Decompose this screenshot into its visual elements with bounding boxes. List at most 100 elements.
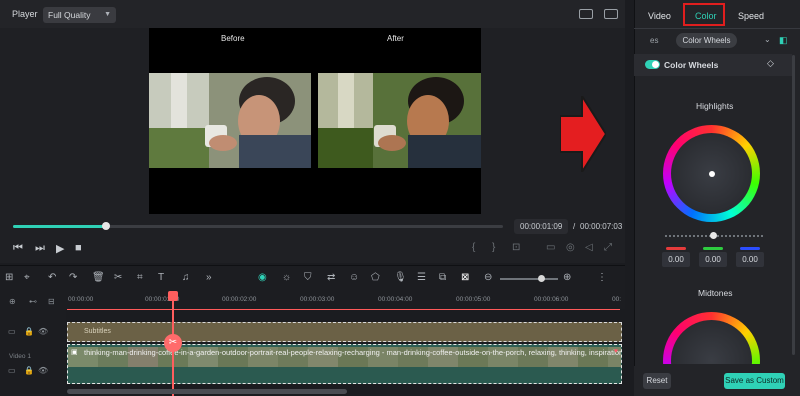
red-channel-bar (666, 247, 686, 250)
clip-audio-waveform (68, 367, 621, 383)
undo-icon[interactable]: ↶ (48, 272, 56, 283)
ruler-tick: 00:00:06:00 (534, 296, 569, 303)
before-frame (149, 73, 311, 168)
midtones-color-wheel[interactable] (663, 312, 760, 364)
reset-button[interactable]: Reset (643, 373, 671, 389)
green-channel-bar (703, 247, 723, 250)
sun-effect-icon[interactable]: ☼ (282, 272, 291, 283)
tab-divider (634, 28, 800, 29)
effect-badge-icon: ♥ (613, 348, 618, 355)
clip-link-icon[interactable]: ⧉ (439, 272, 446, 283)
blue-channel-bar (740, 247, 760, 250)
compare-icon[interactable]: ◧ (779, 35, 788, 46)
audio-edit-icon[interactable]: ♫ (182, 272, 190, 283)
highlights-wheel-handle[interactable] (708, 170, 715, 177)
select-tool-icon[interactable]: ⌖ (24, 272, 30, 283)
subtitles-clip[interactable]: Subtitles (67, 322, 622, 342)
crop-icon[interactable]: ⌗ (137, 272, 143, 283)
voiceover-list-icon[interactable]: ☰ (417, 272, 426, 283)
tab-speed[interactable]: Speed (738, 11, 764, 21)
color-wheels-title: Color Wheels (664, 60, 719, 70)
track-manager-icon[interactable]: ⊟ (48, 297, 55, 306)
render-icon[interactable]: ⊡ (512, 242, 520, 253)
keyframe-diamond-icon[interactable]: ◇ (767, 58, 774, 69)
panel-scrollbar[interactable] (792, 55, 795, 355)
highlights-color-wheel[interactable] (663, 125, 760, 222)
more-tools-icon[interactable]: » (206, 272, 212, 283)
fullscreen-icon[interactable]: ⤢ (604, 242, 612, 253)
highlights-label: Highlights (696, 101, 734, 111)
track-headers (0, 291, 66, 396)
blue-value-field[interactable]: 0.00 (736, 252, 764, 267)
color-wheels-toggle[interactable] (645, 60, 660, 69)
cut-icon[interactable]: ✂ (114, 272, 122, 283)
lock-icon[interactable]: 🔒 (24, 366, 34, 375)
add-track-icon[interactable]: ⊕ (9, 297, 16, 306)
redo-icon[interactable]: ↷ (69, 272, 77, 283)
more-options-icon[interactable]: ⋮ (597, 272, 607, 283)
next-frame-icon[interactable]: ⏭ (35, 242, 45, 255)
quality-value: Full Quality (48, 10, 91, 20)
eye-icon[interactable]: 👁 (38, 327, 48, 336)
lock-icon[interactable]: 🔒 (24, 327, 34, 336)
stop-icon[interactable]: ■ (75, 242, 82, 254)
ruler-tick: 00:00:00 (68, 296, 94, 303)
video-track-icon: ▭ (8, 366, 16, 375)
subtitle-track-icon: ▭ (8, 327, 16, 336)
prev-frame-icon[interactable]: ⏮ (13, 242, 23, 255)
green-value-field[interactable]: 0.00 (699, 252, 727, 267)
shield-icon[interactable]: ⛉ (304, 272, 312, 283)
eye-icon[interactable]: 👁 (38, 366, 48, 375)
video-track-label: Video 1 (9, 353, 31, 360)
before-label: Before (221, 34, 245, 43)
zoom-out-icon[interactable]: ⊖ (484, 272, 492, 283)
snap-icon[interactable]: ⊠ (461, 272, 469, 283)
tab-video[interactable]: Video (648, 11, 671, 21)
subtitles-clip-label: Subtitles (84, 328, 111, 335)
display-icon[interactable]: ▭ (546, 242, 555, 253)
playhead-handle[interactable] (168, 291, 178, 301)
save-as-custom-button[interactable]: Save as Custom (724, 373, 785, 389)
total-time: 00:00:07:03 (580, 222, 623, 231)
mark-out-icon[interactable]: } (492, 242, 495, 253)
snapshot-image-icon[interactable] (604, 9, 618, 19)
zoom-slider-handle[interactable] (538, 275, 545, 282)
auto-ripple-icon[interactable]: ◉ (258, 272, 267, 283)
microphone-icon[interactable]: 🎙 (394, 272, 407, 283)
zoom-slider[interactable] (500, 278, 558, 280)
subtab-color-wheels[interactable]: Color Wheels (676, 33, 737, 48)
time-separator: / (573, 222, 576, 231)
link-icon[interactable]: ⊷ (29, 297, 37, 306)
play-icon[interactable]: ▶ (56, 242, 64, 255)
highlights-slider-handle[interactable] (710, 232, 717, 239)
grid-layout-icon[interactable]: ⊞ (5, 272, 13, 283)
layout-icon[interactable] (579, 9, 593, 19)
video-clip-label: thinking-man-drinking-coffee-in-a-garden… (84, 348, 622, 357)
video-clip-icon: ▣ (71, 349, 78, 356)
current-time: 00:00:01:09 (514, 219, 569, 234)
quality-select[interactable]: Full Quality ▼ (43, 7, 116, 23)
tab-color-highlight (683, 3, 725, 26)
replace-icon[interactable]: ⇄ (327, 272, 335, 283)
chevron-down-icon: ▼ (104, 11, 111, 18)
red-arrow-annotation (560, 96, 606, 172)
sticker-icon[interactable]: ☺ (349, 272, 359, 283)
ruler-tick: 00:00:02:00 (222, 296, 257, 303)
delete-icon[interactable]: 🗑 (92, 272, 105, 283)
ruler-tick: 00:00:04:00 (378, 296, 413, 303)
split-scissors-icon[interactable]: ✂ (164, 334, 182, 352)
marker-icon[interactable]: ⬠ (371, 272, 380, 283)
text-icon[interactable]: T (158, 272, 164, 283)
ruler-tick: 00: (612, 296, 622, 303)
subtab-presets[interactable]: es (650, 36, 658, 45)
video-clip[interactable]: thinking-man-drinking-coffee-in-a-garden… (67, 344, 622, 384)
zoom-in-icon[interactable]: ⊕ (563, 272, 571, 283)
midtones-wheel-clip (663, 312, 760, 364)
volume-icon[interactable]: ◁ (585, 242, 593, 253)
chevron-down-icon[interactable]: ⌄ (764, 35, 771, 44)
timeline-scrollbar[interactable] (67, 389, 347, 394)
red-value-field[interactable]: 0.00 (662, 252, 690, 267)
progress-fill (13, 225, 107, 228)
camera-icon[interactable]: ◎ (566, 242, 575, 253)
mark-in-icon[interactable]: { (472, 242, 475, 253)
